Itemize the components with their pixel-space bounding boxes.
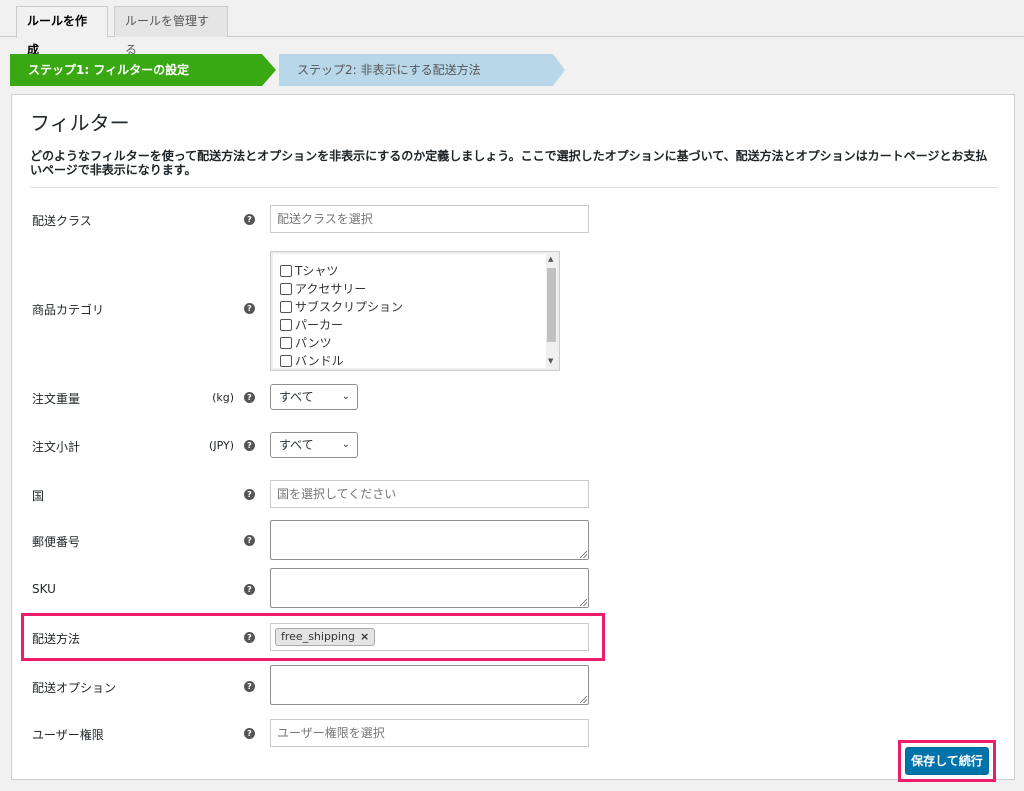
help-icon[interactable]: ? <box>244 681 255 692</box>
shipping-method-label: 配送方法 <box>32 632 81 646</box>
checkbox[interactable] <box>280 337 292 349</box>
divider <box>30 187 998 188</box>
country-select[interactable]: 国を選択してください <box>270 480 589 508</box>
panel-description: どのようなフィルターを使って配送方法とオプションを非表示にするのか定義しましょう… <box>30 149 988 177</box>
help-icon[interactable]: ? <box>244 489 255 500</box>
selected-token: free_shipping × <box>275 628 376 646</box>
list-item[interactable]: バンドル <box>280 352 344 370</box>
postcode-textarea[interactable] <box>270 520 589 560</box>
country-label: 国 <box>32 489 45 503</box>
resize-handle[interactable] <box>580 696 587 703</box>
checkbox[interactable] <box>280 283 292 295</box>
list-item[interactable]: サブスクリプション <box>280 298 403 316</box>
product-category-list[interactable]: Tシャツ アクセサリー サブスクリプション パーカー パンツ バンドル ▲ ▼ <box>270 251 560 371</box>
help-icon[interactable]: ? <box>244 214 255 225</box>
save-and-continue-button[interactable]: 保存して続行 <box>905 747 989 775</box>
user-role-label: ユーザー権限 <box>32 728 104 742</box>
tab-create-rule[interactable]: ルールを作成 <box>16 6 108 57</box>
order-weight-label: 注文重量 <box>32 392 81 406</box>
scrollbar[interactable]: ▲ ▼ <box>546 254 557 368</box>
shipping-option-label: 配送オプション <box>32 681 117 695</box>
list-item[interactable]: パンツ <box>280 334 332 352</box>
help-icon[interactable]: ? <box>244 584 255 595</box>
sku-textarea[interactable] <box>270 568 589 608</box>
scroll-down-icon[interactable]: ▼ <box>548 357 553 365</box>
chevron-down-icon: ⌄ <box>341 439 350 450</box>
shipping-method-select[interactable]: free_shipping × <box>270 623 589 651</box>
help-icon[interactable]: ? <box>244 440 255 451</box>
order-subtotal-select[interactable]: すべて ⌄ <box>270 432 358 458</box>
resize-handle[interactable] <box>580 599 587 606</box>
product-category-label: 商品カテゴリ <box>32 303 105 317</box>
list-item[interactable]: Tシャツ <box>280 262 338 280</box>
checkbox[interactable] <box>280 319 292 331</box>
panel-title: フィルター <box>30 111 130 135</box>
filter-panel: フィルター どのようなフィルターを使って配送方法とオプションを非表示にするのか定… <box>11 94 1015 782</box>
order-subtotal-label: 注文小計 <box>32 440 81 454</box>
step-1-filter-settings[interactable]: ステップ1: フィルターの設定 <box>10 54 276 86</box>
shipping-class-label: 配送クラス <box>32 214 92 228</box>
resize-handle[interactable] <box>580 551 587 558</box>
order-weight-select[interactable]: すべて ⌄ <box>270 384 358 410</box>
list-item[interactable]: パーカー <box>280 316 343 334</box>
checkbox[interactable] <box>280 265 292 277</box>
user-role-select[interactable]: ユーザー権限を選択 <box>270 719 589 747</box>
shipping-option-textarea[interactable] <box>270 665 589 705</box>
step-2-hide-shipping-methods[interactable]: ステップ2: 非表示にする配送方法 <box>279 54 565 86</box>
scrollbar-thumb[interactable] <box>547 268 556 342</box>
help-icon[interactable]: ? <box>244 392 255 403</box>
help-icon[interactable]: ? <box>244 535 255 546</box>
list-item[interactable]: アクセサリー <box>280 280 366 298</box>
tab-manage-rules[interactable]: ルールを管理する <box>114 6 228 57</box>
chevron-down-icon: ⌄ <box>341 391 350 402</box>
sku-label: SKU <box>32 582 56 596</box>
checkbox[interactable] <box>280 301 292 313</box>
postcode-label: 郵便番号 <box>32 535 81 549</box>
remove-icon[interactable]: × <box>360 630 369 643</box>
order-subtotal-unit: (JPY) <box>209 439 234 452</box>
order-weight-unit: (kg) <box>212 391 234 404</box>
tab-bar: ルールを作成 ルールを管理する <box>0 0 1024 57</box>
checkbox[interactable] <box>280 355 292 367</box>
help-icon[interactable]: ? <box>244 632 255 643</box>
shipping-class-select[interactable]: 配送クラスを選択 <box>270 205 589 233</box>
help-icon[interactable]: ? <box>244 303 255 314</box>
help-icon[interactable]: ? <box>244 728 255 739</box>
scroll-up-icon[interactable]: ▲ <box>548 255 553 263</box>
